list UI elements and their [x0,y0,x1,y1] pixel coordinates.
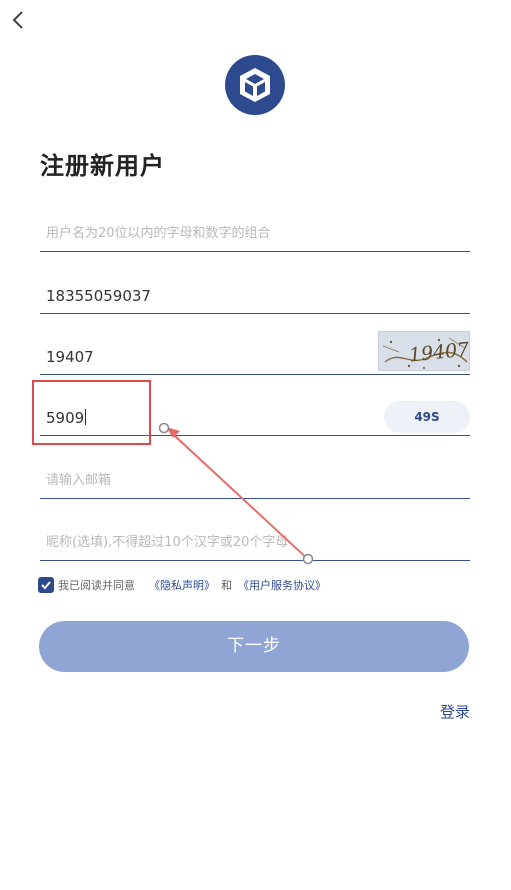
annotation-arrow [158,422,314,565]
username-placeholder: 用户名为20位以内的字母和数字的组合 [46,226,271,241]
and-text: 和 [221,579,232,592]
chevron-left-icon [12,11,23,29]
agreement-checkbox[interactable] [38,577,54,593]
next-button[interactable]: 下一步 [39,621,469,672]
login-link[interactable]: 登录 [440,701,470,722]
nickname-field[interactable]: 昵称(选填),不得超过10个汉字或20个字母 [40,519,470,561]
username-field[interactable]: 用户名为20位以内的字母和数字的组合 [40,210,470,252]
captcha-value: 19407 [46,348,94,366]
terms-link[interactable]: 《用户服务协议》 [238,577,326,593]
nickname-placeholder: 昵称(选填),不得超过10个汉字或20个字母 [46,535,289,550]
back-button[interactable] [8,8,32,32]
page-title: 注册新用户 [40,152,165,180]
agreement-text: 我已阅读并同意 [58,579,135,592]
checkmark-icon [41,581,51,590]
email-field[interactable]: 请输入邮箱 [40,457,470,499]
phone-value: 18355059037 [46,287,151,305]
phone-field[interactable]: 18355059037 [40,272,470,314]
captcha-image[interactable]: 19407 [378,331,470,371]
app-logo [224,54,286,116]
privacy-link[interactable]: 《隐私声明》 [149,577,215,593]
highlight-box [32,380,151,445]
sms-countdown-button[interactable]: 49S [384,401,470,433]
email-placeholder: 请输入邮箱 [46,473,112,488]
captcha-field[interactable]: 19407 19407 [40,331,470,375]
agreement-row: 我已阅读并同意 《隐私声明》 和 《用户服务协议》 [38,576,326,594]
cube-logo-icon [225,55,285,115]
